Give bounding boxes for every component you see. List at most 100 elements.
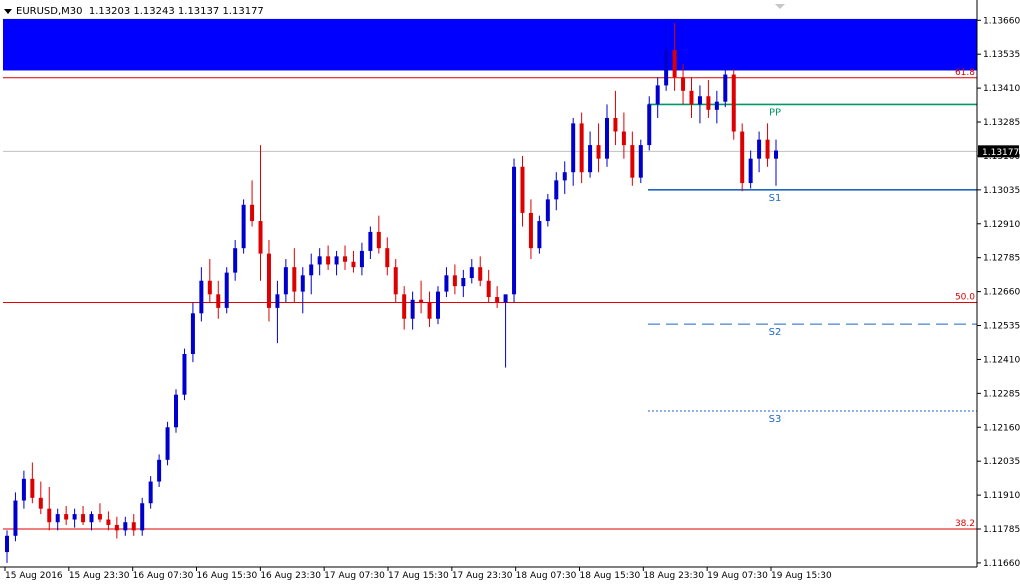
candle-body xyxy=(13,500,18,536)
x-tick-label: 16 Aug 23:30 xyxy=(260,571,321,581)
candle-body xyxy=(64,514,69,520)
candle-body xyxy=(672,50,677,78)
x-tick-label: 17 Aug 23:30 xyxy=(452,571,513,581)
candle-body xyxy=(444,275,449,292)
candle-body xyxy=(343,256,348,262)
y-tick-label: 1.12410 xyxy=(983,355,1020,365)
candle-body xyxy=(495,297,500,303)
y-tick-label: 1.11660 xyxy=(983,559,1020,569)
candle-body xyxy=(427,302,432,319)
candle-body xyxy=(233,248,238,273)
y-tick-label: 1.12660 xyxy=(983,288,1020,298)
fib-level-label: 61.8 xyxy=(955,68,975,78)
x-tick-label: 16 Aug 15:30 xyxy=(197,571,258,581)
x-tick-label: 16 Aug 07:30 xyxy=(133,571,194,581)
pivot-label: S3 xyxy=(769,414,782,425)
candle-body xyxy=(157,459,162,482)
x-tick-label: 19 Aug 15:30 xyxy=(771,571,832,581)
candle-body xyxy=(89,514,94,523)
y-tick-label: 1.12285 xyxy=(983,389,1020,399)
candle-body xyxy=(106,519,111,525)
candle-body xyxy=(757,139,762,159)
candle-body xyxy=(292,267,297,292)
candle-body xyxy=(537,221,542,249)
candle-body xyxy=(714,101,719,110)
candle-body xyxy=(266,253,271,308)
candle-body xyxy=(258,221,263,254)
candle-body xyxy=(190,313,195,355)
candle-body xyxy=(486,280,491,298)
candle-body xyxy=(706,96,711,110)
candle-body xyxy=(604,117,609,159)
candle-body xyxy=(174,394,179,428)
candle-body xyxy=(165,427,170,460)
x-tick-label: 18 Aug 23:30 xyxy=(643,571,704,581)
candle-body xyxy=(334,256,339,265)
x-tick-label: 17 Aug 15:30 xyxy=(388,571,449,581)
candle-body xyxy=(81,514,86,523)
candle-body xyxy=(182,354,187,395)
candle-body xyxy=(241,204,246,249)
y-tick-label: 1.13035 xyxy=(983,186,1020,196)
candle-body xyxy=(664,50,669,86)
candle-body xyxy=(697,96,702,105)
scroll-marker-icon[interactable] xyxy=(775,4,785,9)
candle-body xyxy=(224,272,229,308)
pivot-label: PP xyxy=(769,107,781,118)
candle-body xyxy=(596,145,601,159)
candle-body xyxy=(554,180,559,200)
current-price-text: 1.13177 xyxy=(982,148,1019,158)
candle-body xyxy=(148,481,153,504)
candle-body xyxy=(309,264,314,276)
candle-body xyxy=(123,522,128,531)
candle-body xyxy=(419,299,424,303)
candle-body xyxy=(385,248,390,268)
candle-body xyxy=(621,131,626,146)
y-tick-label: 1.13285 xyxy=(983,118,1020,128)
candle-body xyxy=(681,77,686,91)
candle-body xyxy=(647,104,652,146)
candle-body xyxy=(216,294,221,308)
candle-body xyxy=(512,166,517,295)
candle-body xyxy=(72,514,77,520)
candle-body xyxy=(402,294,407,319)
candle-body xyxy=(630,145,635,178)
fib-level-label: 38.2 xyxy=(955,519,975,529)
candle-body xyxy=(579,123,584,173)
price-chart[interactable]: 61.8 50.0 38.2 PP S1 S2 S3 1.13660 1.13535 1.1341… xyxy=(0,0,1020,588)
candle-body xyxy=(250,204,255,222)
candle-body xyxy=(368,231,373,251)
candle-body xyxy=(478,267,483,281)
pivot-label: S2 xyxy=(769,327,782,338)
candle-body xyxy=(748,158,753,184)
candle-body xyxy=(351,261,356,268)
candle-body xyxy=(562,172,567,181)
candle-body xyxy=(765,139,770,159)
candle-body xyxy=(503,294,508,303)
candle-body xyxy=(520,166,525,213)
candle-body xyxy=(30,478,35,498)
candle-body xyxy=(47,508,52,523)
candle-body xyxy=(638,145,643,178)
candle-body xyxy=(97,514,102,520)
candle-body xyxy=(199,280,204,314)
fib-level-label: 50.0 xyxy=(955,292,975,302)
candle-body xyxy=(774,150,778,159)
y-tick-label: 1.13660 xyxy=(983,16,1020,26)
candle-body xyxy=(689,90,694,105)
candle-body xyxy=(613,117,618,132)
candle-body xyxy=(21,478,26,501)
candle-body xyxy=(283,267,288,295)
candle-body xyxy=(410,299,415,319)
candle-body xyxy=(393,267,398,295)
x-tick-label: 19 Aug 07:30 xyxy=(707,571,768,581)
y-tick-label: 1.12535 xyxy=(983,322,1020,332)
x-tick-label: 18 Aug 07:30 xyxy=(516,571,577,581)
candle-body xyxy=(571,123,576,173)
y-tick-label: 1.13410 xyxy=(983,84,1020,94)
candle-body xyxy=(469,267,474,279)
candle-body xyxy=(452,275,457,287)
candle-body xyxy=(275,294,280,308)
y-tick-label: 1.12160 xyxy=(983,423,1020,433)
x-tick-label: 15 Aug 2016 xyxy=(5,571,63,581)
